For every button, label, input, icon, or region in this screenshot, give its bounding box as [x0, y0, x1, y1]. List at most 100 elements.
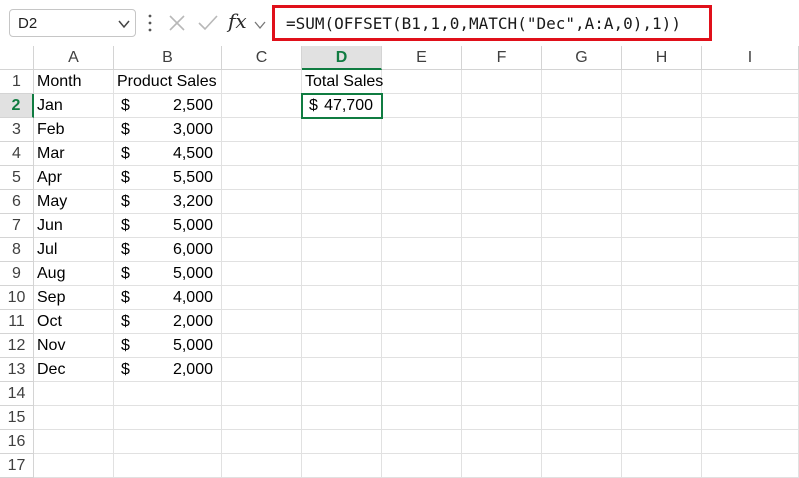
cell-e6[interactable]: [382, 190, 462, 214]
vertical-dots-icon[interactable]: [148, 13, 152, 33]
cell-i14[interactable]: [702, 382, 799, 406]
row-header-3[interactable]: 3: [0, 118, 34, 142]
cell-e11[interactable]: [382, 310, 462, 334]
cell-g16[interactable]: [542, 430, 622, 454]
cell-c6[interactable]: [222, 190, 302, 214]
row-header-14[interactable]: 14: [0, 382, 34, 406]
cell-g4[interactable]: [542, 142, 622, 166]
cell-d8[interactable]: [302, 238, 382, 262]
cell-a9[interactable]: Aug: [34, 262, 114, 286]
cell-c12[interactable]: [222, 334, 302, 358]
cell-a5[interactable]: Apr: [34, 166, 114, 190]
cell-d7[interactable]: [302, 214, 382, 238]
cell-i4[interactable]: [702, 142, 799, 166]
cell-b6[interactable]: $3,200: [114, 190, 222, 214]
cell-b3[interactable]: $3,000: [114, 118, 222, 142]
cell-f3[interactable]: [462, 118, 542, 142]
cell-h13[interactable]: [622, 358, 702, 382]
cell-d17[interactable]: [302, 454, 382, 478]
cell-i15[interactable]: [702, 406, 799, 430]
cell-e5[interactable]: [382, 166, 462, 190]
cell-a2[interactable]: Jan: [34, 94, 114, 118]
cell-c11[interactable]: [222, 310, 302, 334]
row-header-6[interactable]: 6: [0, 190, 34, 214]
cell-h9[interactable]: [622, 262, 702, 286]
cell-g17[interactable]: [542, 454, 622, 478]
cell-e1[interactable]: [382, 70, 462, 94]
cell-f17[interactable]: [462, 454, 542, 478]
row-header-4[interactable]: 4: [0, 142, 34, 166]
cell-b7[interactable]: $5,000: [114, 214, 222, 238]
cell-i13[interactable]: [702, 358, 799, 382]
cell-i12[interactable]: [702, 334, 799, 358]
cell-e17[interactable]: [382, 454, 462, 478]
cell-a1[interactable]: Month: [34, 70, 114, 94]
cell-a17[interactable]: [34, 454, 114, 478]
cell-h12[interactable]: [622, 334, 702, 358]
select-all-corner[interactable]: [0, 46, 34, 70]
cell-a6[interactable]: May: [34, 190, 114, 214]
cell-h11[interactable]: [622, 310, 702, 334]
cell-b9[interactable]: $5,000: [114, 262, 222, 286]
cell-e2[interactable]: [382, 94, 462, 118]
cell-d3[interactable]: [302, 118, 382, 142]
checkmark-icon[interactable]: [197, 14, 219, 32]
cell-d12[interactable]: [302, 334, 382, 358]
cell-i10[interactable]: [702, 286, 799, 310]
cell-c7[interactable]: [222, 214, 302, 238]
cell-c13[interactable]: [222, 358, 302, 382]
cell-d13[interactable]: [302, 358, 382, 382]
cell-h7[interactable]: [622, 214, 702, 238]
cell-a11[interactable]: Oct: [34, 310, 114, 334]
cell-h4[interactable]: [622, 142, 702, 166]
cell-b5[interactable]: $5,500: [114, 166, 222, 190]
cell-e15[interactable]: [382, 406, 462, 430]
cell-i16[interactable]: [702, 430, 799, 454]
cell-f7[interactable]: [462, 214, 542, 238]
cell-h15[interactable]: [622, 406, 702, 430]
cell-h3[interactable]: [622, 118, 702, 142]
cell-a3[interactable]: Feb: [34, 118, 114, 142]
cell-b10[interactable]: $4,000: [114, 286, 222, 310]
column-header-h[interactable]: H: [622, 46, 702, 70]
cell-c3[interactable]: [222, 118, 302, 142]
cell-e4[interactable]: [382, 142, 462, 166]
cell-i2[interactable]: [702, 94, 799, 118]
chevron-down-icon[interactable]: [254, 20, 266, 30]
cell-e8[interactable]: [382, 238, 462, 262]
cell-d4[interactable]: [302, 142, 382, 166]
cell-g9[interactable]: [542, 262, 622, 286]
cell-g8[interactable]: [542, 238, 622, 262]
cancel-x-icon[interactable]: [168, 14, 186, 32]
cell-f9[interactable]: [462, 262, 542, 286]
cell-b12[interactable]: $5,000: [114, 334, 222, 358]
cell-f14[interactable]: [462, 382, 542, 406]
cell-b17[interactable]: [114, 454, 222, 478]
cell-i7[interactable]: [702, 214, 799, 238]
cell-d14[interactable]: [302, 382, 382, 406]
cell-e16[interactable]: [382, 430, 462, 454]
cell-e13[interactable]: [382, 358, 462, 382]
cell-g1[interactable]: [542, 70, 622, 94]
cell-b16[interactable]: [114, 430, 222, 454]
cell-i3[interactable]: [702, 118, 799, 142]
column-header-a[interactable]: A: [34, 46, 114, 70]
cell-e10[interactable]: [382, 286, 462, 310]
cell-f10[interactable]: [462, 286, 542, 310]
cell-i11[interactable]: [702, 310, 799, 334]
cell-f12[interactable]: [462, 334, 542, 358]
row-header-1[interactable]: 1: [0, 70, 34, 94]
cell-g14[interactable]: [542, 382, 622, 406]
cell-b4[interactable]: $4,500: [114, 142, 222, 166]
cell-h2[interactable]: [622, 94, 702, 118]
cell-i1[interactable]: [702, 70, 799, 94]
cell-h17[interactable]: [622, 454, 702, 478]
cell-f15[interactable]: [462, 406, 542, 430]
cell-f6[interactable]: [462, 190, 542, 214]
cell-d1[interactable]: Total Sales: [302, 70, 383, 94]
cell-c4[interactable]: [222, 142, 302, 166]
row-header-16[interactable]: 16: [0, 430, 34, 454]
cell-b1[interactable]: Product Sales: [114, 70, 222, 94]
cell-i17[interactable]: [702, 454, 799, 478]
cell-c1[interactable]: [222, 70, 302, 94]
